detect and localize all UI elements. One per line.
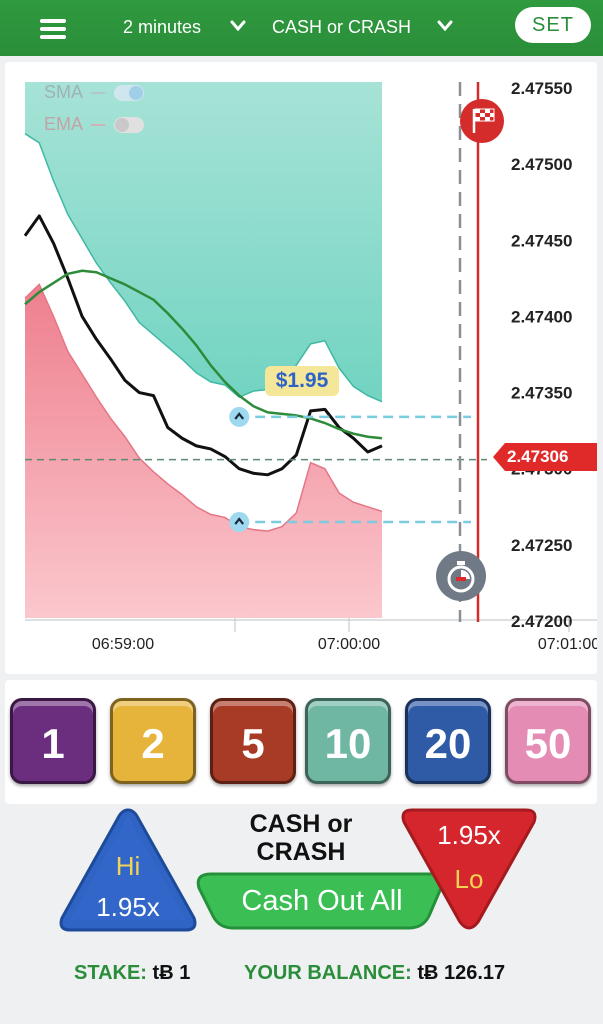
stopwatch-icon[interactable] (435, 550, 487, 602)
stake-value: tɃ 1 (152, 962, 191, 984)
mode-label: CASH or CRASH (272, 17, 412, 37)
hi-label: Hi (115, 851, 141, 881)
y-tick-label: 2.47250 (511, 536, 572, 555)
balance-value: tɃ 126.17 (417, 962, 506, 984)
balance-display: YOUR BALANCE: tɃ 126.17 (244, 962, 505, 985)
chip-2[interactable]: 2 (110, 698, 196, 784)
chip-1[interactable]: 1 (10, 698, 96, 784)
upper-target-marker (229, 406, 250, 427)
sma-label: SMA (44, 82, 83, 102)
x-tick-label: 07:00:00 (318, 636, 380, 653)
hi-button[interactable]: Hi 1.95x (58, 806, 198, 934)
stake-label: STAKE: (74, 962, 147, 984)
lo-label: Lo (454, 864, 484, 894)
y-tick-label: 2.47400 (511, 307, 572, 326)
y-tick-label: 2.47550 (511, 79, 572, 98)
chip-20[interactable]: 20 (405, 698, 491, 784)
duration-select[interactable]: 2 minutes (123, 17, 201, 38)
balance-label: YOUR BALANCE: (244, 962, 412, 984)
chip-50[interactable]: 50 (505, 698, 591, 784)
current-price-value: 2.47306 (507, 447, 569, 466)
ema-label: EMA (44, 114, 83, 134)
game-title: CASH or CRASH (220, 810, 382, 866)
set-button[interactable]: SET (515, 7, 591, 43)
chevron-down-icon[interactable] (230, 20, 246, 32)
y-tick-label: 2.47350 (511, 384, 572, 403)
chart-panel: 2.47550 2.47500 2.47450 2.47400 2.47350 2.473… (5, 62, 597, 674)
game-title-line1: CASH or (249, 810, 353, 838)
duration-label: 2 minutes (123, 17, 202, 37)
x-tick-label: 07:01:00 (538, 636, 597, 653)
y-tick-label: 2.47200 (511, 612, 572, 631)
lower-target-marker (229, 512, 250, 533)
bet-value-tag: $1.95 (265, 366, 339, 396)
lo-payout: 1.95x (437, 820, 501, 850)
mode-select[interactable]: CASH or CRASH (272, 17, 411, 38)
top-bar: 2 minutes CASH or CRASH SET (0, 0, 603, 56)
chip-selector: 1 2 5 10 20 50 (5, 680, 597, 804)
chevron-down-icon[interactable] (437, 20, 453, 32)
ema-toggle[interactable]: EMA (44, 114, 145, 135)
sma-toggle[interactable]: SMA (44, 82, 145, 103)
x-tick-label: 06:59:00 (92, 636, 154, 653)
y-tick-label: 2.47450 (511, 231, 572, 250)
chip-5[interactable]: 5 (210, 698, 296, 784)
y-tick-label: 2.47500 (511, 155, 572, 174)
chip-10[interactable]: 10 (305, 698, 391, 784)
stake-display: STAKE: tɃ 1 (74, 962, 190, 985)
game-title-line2: CRASH (256, 838, 346, 866)
current-price-tag: 2.47306 (493, 443, 597, 471)
hi-payout: 1.95x (96, 892, 160, 922)
lo-button[interactable]: 1.95x Lo (398, 806, 540, 934)
checkered-flag-icon (459, 98, 505, 144)
hamburger-menu-icon[interactable] (40, 18, 66, 40)
